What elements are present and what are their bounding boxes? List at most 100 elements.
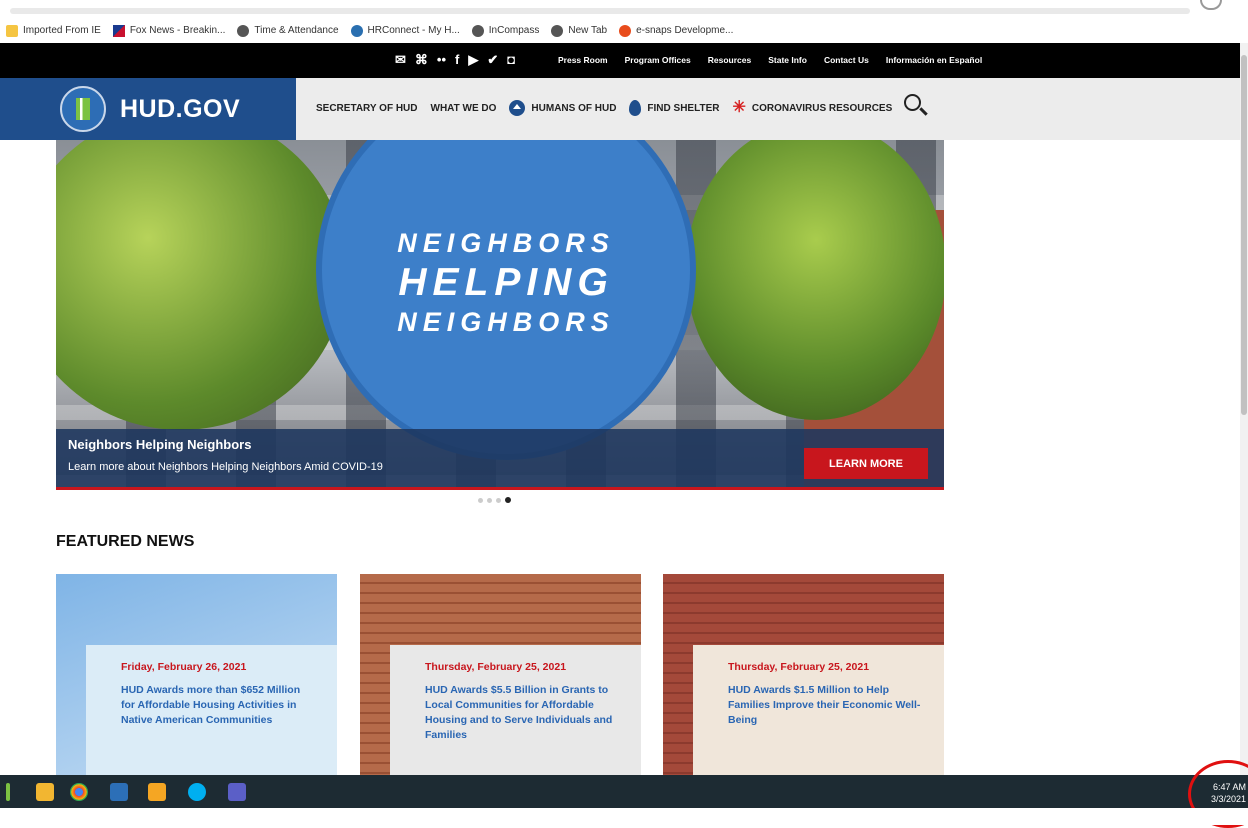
link-contact-us[interactable]: Contact Us xyxy=(824,55,869,65)
nav-humans-of-hud[interactable]: HUMANS OF HUD xyxy=(509,100,616,116)
nav-label: WHAT WE DO xyxy=(430,102,497,114)
nav-label: HUMANS OF HUD xyxy=(531,102,617,114)
nav-what-we-do[interactable]: WHAT WE DO xyxy=(431,103,497,114)
brand-block[interactable]: HUD.GOV xyxy=(0,78,296,140)
bookmark-time-attendance[interactable]: Time & Attendance xyxy=(237,24,339,37)
nav-label: FIND SHELTER xyxy=(647,102,720,114)
featured-news-heading: FEATURED NEWS xyxy=(56,533,195,550)
nav-secretary[interactable]: SECRETARY OF HUD xyxy=(316,103,418,114)
bookmark-label: InCompass xyxy=(488,25,540,36)
bookmark-imported-from-ie[interactable]: Imported From IE xyxy=(6,24,101,37)
hero-title-line1: NEIGHBORS xyxy=(397,228,615,258)
rss-icon[interactable]: ⌘ xyxy=(415,52,428,68)
file-explorer-icon[interactable] xyxy=(36,783,54,801)
news-text-box: Friday, February 26, 2021 HUD Awards mor… xyxy=(86,645,337,775)
bookmark-label: Time & Attendance xyxy=(254,25,339,36)
virus-icon: ✳ xyxy=(732,99,746,116)
carousel-dot-4[interactable] xyxy=(505,497,511,503)
main-header: HUD.GOV SECRETARY OF HUD WHAT WE DO HUMA… xyxy=(0,78,1240,140)
hero-title-line2: HELPING xyxy=(398,261,614,304)
sticky-notes-icon[interactable] xyxy=(148,783,166,801)
windows-taskbar xyxy=(0,775,1248,808)
news-date: Thursday, February 25, 2021 xyxy=(728,661,870,673)
utility-links: Press Room Program Offices Resources Sta… xyxy=(558,55,982,65)
hero-title: NEIGHBORS HELPING NEIGHBORS xyxy=(316,228,696,338)
caption-title: Neighbors Helping Neighbors xyxy=(68,437,252,452)
link-program-offices[interactable]: Program Offices xyxy=(625,55,691,65)
link-state-info[interactable]: State Info xyxy=(768,55,807,65)
home-icon xyxy=(509,100,526,116)
search-handle xyxy=(919,107,928,116)
learn-more-button[interactable]: LEARN MORE xyxy=(804,448,928,479)
nav-find-shelter[interactable]: FIND SHELTER xyxy=(629,100,719,116)
remote-desktop-icon[interactable] xyxy=(110,783,128,801)
news-text-box: Thursday, February 25, 2021 HUD Awards $… xyxy=(693,645,944,775)
bookmark-label: New Tab xyxy=(568,25,608,36)
bookmark-label: e-snaps Developme... xyxy=(636,25,734,36)
link-press-room[interactable]: Press Room xyxy=(558,55,608,65)
bookmark-hrconnect[interactable]: HRConnect - My H... xyxy=(350,24,460,37)
bookmark-fox-news[interactable]: Fox News - Breakin... xyxy=(112,24,226,37)
flickr-icon[interactable]: •• xyxy=(437,52,446,68)
link-espanol[interactable]: Información en Español xyxy=(886,55,982,65)
youtube-icon[interactable]: ▶ xyxy=(468,52,478,68)
bookmark-esnaps[interactable]: e-snaps Developme... xyxy=(619,24,734,37)
carousel-dots xyxy=(478,497,511,503)
link-resources[interactable]: Resources xyxy=(708,55,751,65)
hud-seal-logo xyxy=(60,86,106,132)
facebook-icon[interactable]: f xyxy=(455,52,459,68)
globe-icon xyxy=(237,24,250,37)
bookmarks-bar: Imported From IE Fox News - Breakin... T… xyxy=(0,18,1248,43)
globe-icon xyxy=(551,24,564,37)
news-card-1[interactable]: Friday, February 26, 2021 HUD Awards mor… xyxy=(56,574,337,775)
nav-coronavirus[interactable]: ✳ CORONAVIRUS RESOURCES xyxy=(732,99,893,116)
browser-top-strip xyxy=(0,0,1248,18)
news-card-3[interactable]: Thursday, February 25, 2021 HUD Awards $… xyxy=(663,574,944,775)
esnaps-icon xyxy=(619,24,632,37)
hero-title-line3: NEIGHBORS xyxy=(397,307,615,337)
instagram-icon[interactable]: ◘ xyxy=(507,52,515,68)
carousel-dot-1[interactable] xyxy=(478,497,483,503)
search-icon[interactable] xyxy=(904,94,928,120)
teams-icon[interactable] xyxy=(228,783,246,801)
bottom-whitespace xyxy=(0,808,1248,825)
hr-icon xyxy=(350,24,363,37)
news-text-box: Thursday, February 25, 2021 HUD Awards $… xyxy=(390,645,641,775)
news-date: Friday, February 26, 2021 xyxy=(121,661,247,673)
bookmark-label: Imported From IE xyxy=(23,25,101,36)
bookmark-new-tab[interactable]: New Tab xyxy=(551,24,608,37)
nav-label: CORONAVIRUS RESOURCES xyxy=(751,102,893,114)
hero-red-rule xyxy=(56,487,944,490)
bookmark-label: Fox News - Breakin... xyxy=(129,25,226,36)
news-headline[interactable]: HUD Awards $5.5 Billion in Grants to Loc… xyxy=(425,683,621,743)
brand-name: HUD.GOV xyxy=(120,94,241,123)
page-scrollbar[interactable] xyxy=(1240,43,1248,775)
twitter-icon[interactable]: ✔ xyxy=(487,52,498,68)
email-icon[interactable]: ✉ xyxy=(395,52,406,68)
news-headline[interactable]: HUD Awards $1.5 Million to Help Families… xyxy=(728,683,924,728)
news-headline[interactable]: HUD Awards more than $652 Million for Af… xyxy=(121,683,317,728)
caption-subtitle: Learn more about Neighbors Helping Neigh… xyxy=(68,461,383,473)
hero-carousel[interactable]: NEIGHBORS HELPING NEIGHBORS Neighbors He… xyxy=(56,140,944,490)
globe-icon xyxy=(471,24,484,37)
utility-bar: ✉ ⌘ •• f ▶ ✔ ◘ Press Room Program Office… xyxy=(0,43,1240,78)
news-date: Thursday, February 25, 2021 xyxy=(425,661,567,673)
map-pin-icon xyxy=(629,100,642,116)
hero-caption: Neighbors Helping Neighbors Learn more a… xyxy=(56,429,944,487)
scrollbar-thumb[interactable] xyxy=(1241,55,1247,415)
folder-icon xyxy=(6,24,18,37)
social-links: ✉ ⌘ •• f ▶ ✔ ◘ xyxy=(395,52,515,68)
nav-label: SECRETARY OF HUD xyxy=(316,102,418,114)
profile-icon[interactable] xyxy=(1200,0,1222,10)
carousel-dot-2[interactable] xyxy=(487,497,492,503)
bookmark-label: HRConnect - My H... xyxy=(367,25,460,36)
tab-strip xyxy=(10,8,1190,14)
news-card-2[interactable]: Thursday, February 25, 2021 HUD Awards $… xyxy=(360,574,641,775)
bookmark-incompass[interactable]: InCompass xyxy=(471,24,540,37)
chrome-icon[interactable] xyxy=(70,783,88,801)
windows-icon[interactable] xyxy=(6,783,10,801)
skype-icon[interactable] xyxy=(188,783,206,801)
main-nav: SECRETARY OF HUD WHAT WE DO HUMANS OF HU… xyxy=(316,100,905,116)
carousel-dot-3[interactable] xyxy=(496,497,501,503)
fox-icon xyxy=(112,24,125,37)
